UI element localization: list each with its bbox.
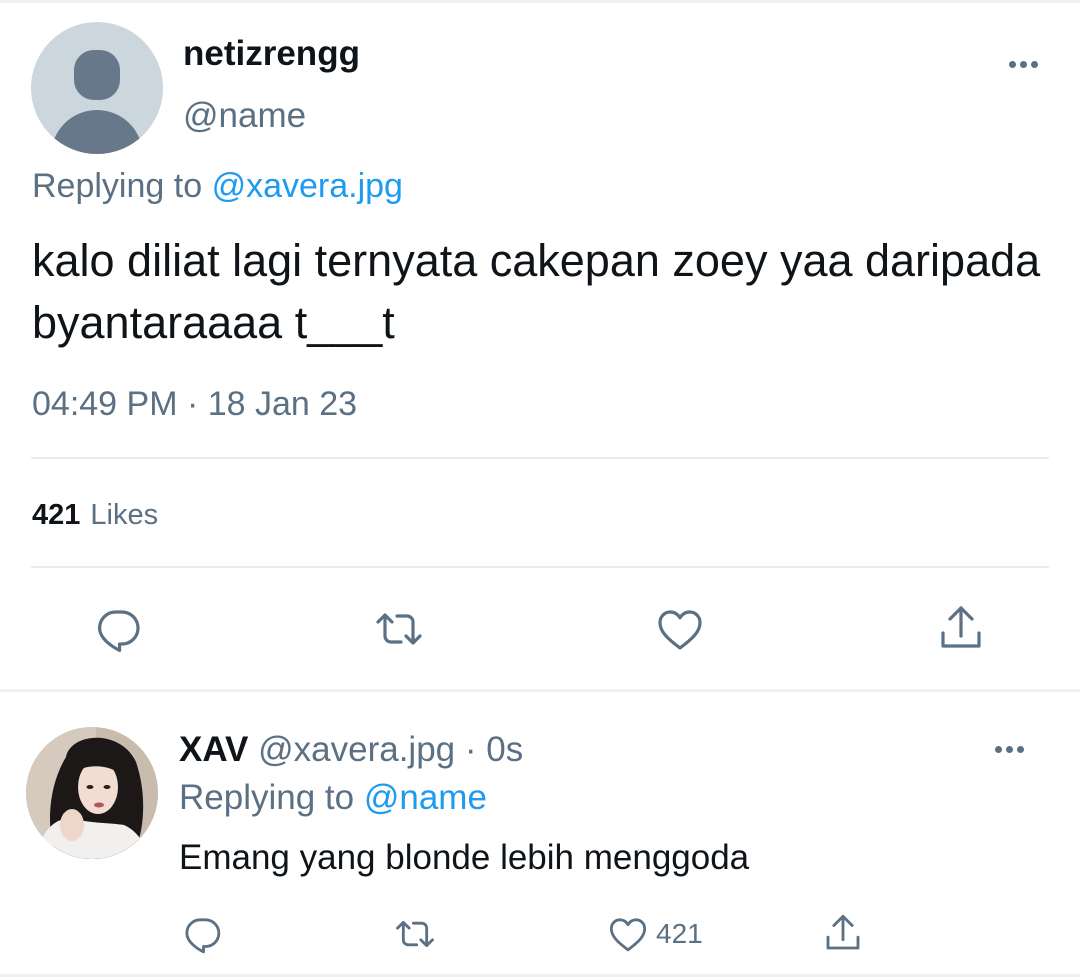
reply-tweet-reply-button[interactable] — [183, 914, 223, 954]
likes-summary[interactable]: 421 Likes — [32, 499, 158, 532]
reply-tweet-replying-to: Replying to @name — [179, 778, 487, 818]
main-tweet-timestamp[interactable]: 04:49 PM · 18 Jan 23 — [32, 385, 357, 424]
reply-tweet-share-button[interactable] — [823, 912, 863, 954]
default-avatar[interactable] — [31, 22, 163, 154]
reply-tweet-more-icon[interactable] — [995, 746, 1024, 753]
reply-icon — [185, 918, 221, 954]
main-tweet-handle[interactable]: @name — [183, 96, 306, 136]
reply-icon — [98, 610, 140, 652]
replying-prefix: Replying to — [32, 167, 203, 205]
retweet-icon — [376, 613, 422, 645]
main-tweet-replying-to: Replying to @xavera.jpg — [32, 167, 403, 206]
reply-tweet-like-button[interactable]: 421 — [608, 914, 703, 954]
reply-tweet-meta[interactable]: @xavera.jpg · 0s — [258, 730, 523, 769]
top-border — [0, 0, 1080, 3]
main-tweet-display-name[interactable]: netizrengg — [183, 34, 360, 74]
reply-tweet-header: XAV @xavera.jpg · 0s — [179, 730, 523, 770]
replying-to-mention-link[interactable]: @xavera.jpg — [212, 167, 403, 205]
divider — [31, 566, 1049, 568]
likes-count: 421 — [32, 499, 81, 531]
reply-tweet-retweet-button[interactable] — [393, 914, 437, 954]
heart-icon — [609, 918, 647, 952]
section-separator — [0, 689, 1080, 692]
reply-tweet-display-name[interactable]: XAV — [179, 730, 248, 769]
avatar-shoulders-shape — [51, 110, 143, 154]
likes-label: Likes — [90, 499, 159, 531]
reply-button[interactable] — [95, 605, 143, 653]
replying-prefix: Replying to — [179, 778, 355, 817]
share-icon — [826, 914, 860, 950]
reply-tweet-like-count: 421 — [656, 918, 703, 949]
profile-photo-image — [26, 727, 158, 859]
like-button[interactable] — [656, 605, 704, 653]
avatar-head-shape — [74, 50, 120, 100]
replying-to-mention-link[interactable]: @name — [364, 778, 487, 817]
retweet-button[interactable] — [373, 605, 425, 653]
profile-photo-avatar[interactable] — [26, 727, 158, 859]
main-tweet-more-icon[interactable] — [1009, 61, 1038, 68]
share-icon — [941, 606, 981, 648]
reply-tweet-text: Emang yang blonde lebih menggoda — [179, 838, 750, 877]
share-button[interactable] — [937, 603, 985, 653]
divider — [31, 457, 1049, 459]
main-tweet-text: kalo diliat lagi ternyata cakepan zoey y… — [32, 235, 1041, 348]
retweet-icon — [396, 920, 434, 948]
heart-icon — [658, 610, 702, 650]
